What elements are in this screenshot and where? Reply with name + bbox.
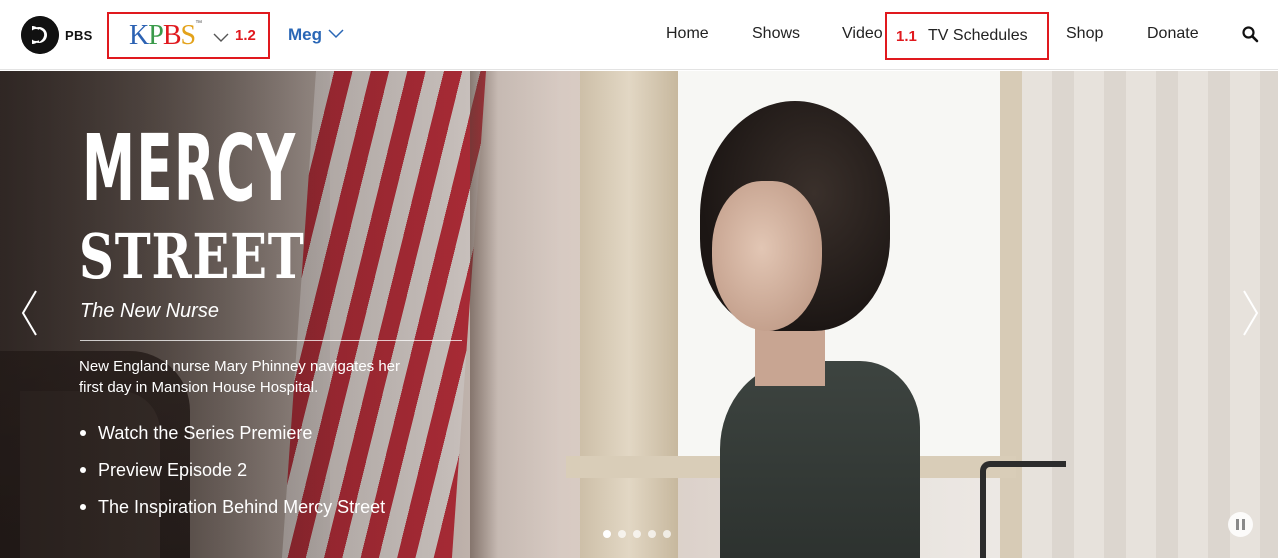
carousel-indicators [603, 530, 671, 538]
chevron-left-icon[interactable] [20, 289, 38, 342]
carousel-dot[interactable] [618, 530, 626, 538]
site-header: PBS KPBS™ 1.2 Meg Home Shows Video 1.1 T… [0, 0, 1278, 70]
user-menu[interactable]: Meg [288, 25, 344, 45]
nav-shows[interactable]: Shows [752, 25, 800, 43]
divider [80, 340, 462, 341]
nav-tv-schedules-label: TV Schedules [928, 27, 1028, 44]
carousel-dot[interactable] [663, 530, 671, 538]
pbs-head-icon [21, 16, 59, 54]
pause-icon[interactable] [1228, 512, 1253, 537]
nav-donate[interactable]: Donate [1147, 25, 1199, 43]
kpbs-logo: KPBS™ [129, 20, 202, 51]
show-title-line1[interactable]: MERCY [82, 123, 296, 215]
pbs-logo[interactable]: PBS [21, 16, 93, 54]
chevron-right-icon[interactable] [1242, 289, 1260, 342]
carousel-dot[interactable] [603, 530, 611, 538]
search-icon[interactable] [1242, 26, 1259, 48]
carousel-dot[interactable] [633, 530, 641, 538]
user-name: Meg [288, 25, 322, 44]
pbs-wordmark: PBS [65, 27, 93, 43]
hero-carousel: MERCY STREET The New Nurse New England n… [0, 71, 1278, 558]
station-selector[interactable]: KPBS™ 1.2 [107, 12, 270, 59]
carousel-dot[interactable] [648, 530, 656, 538]
chevron-down-icon [213, 30, 229, 48]
hero-link-watch-premiere[interactable]: Watch the Series Premiere [78, 421, 385, 458]
annotation-label: 1.2 [235, 27, 256, 44]
episode-title: The New Nurse [80, 300, 219, 322]
nav-tv-schedules[interactable]: 1.1 TV Schedules [885, 12, 1049, 60]
hero-link-preview-episode[interactable]: Preview Episode 2 [78, 458, 385, 495]
episode-description: New England nurse Mary Phinney navigates… [79, 358, 401, 396]
hero-links: Watch the Series Premiere Preview Episod… [78, 421, 385, 532]
nav-home[interactable]: Home [666, 25, 709, 43]
hero-link-inspiration[interactable]: The Inspiration Behind Mercy Street [78, 495, 385, 532]
nav-shop[interactable]: Shop [1066, 25, 1103, 43]
chevron-down-icon [328, 26, 344, 44]
show-title-line2[interactable]: STREET [79, 226, 304, 288]
nav-video[interactable]: Video [842, 25, 883, 43]
annotation-label: 1.1 [896, 28, 917, 45]
